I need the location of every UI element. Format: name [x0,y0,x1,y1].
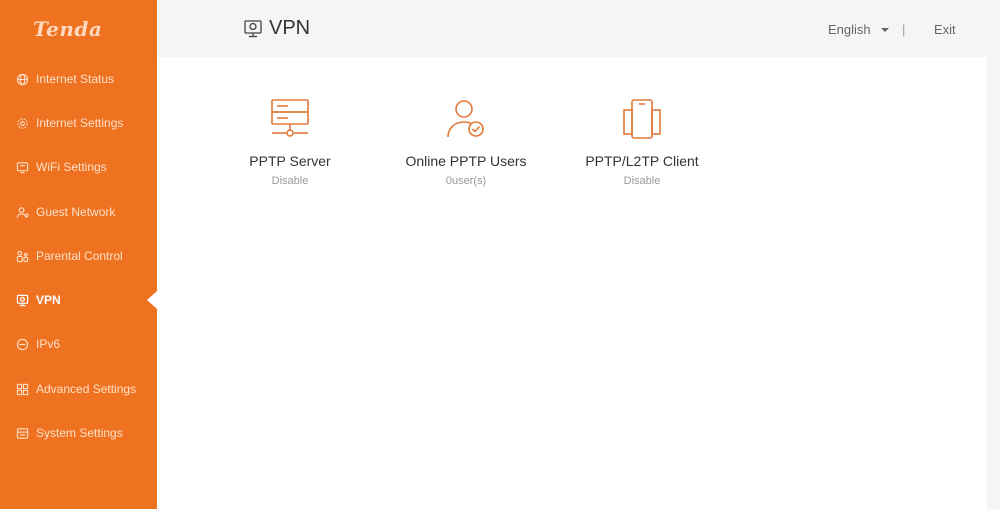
sidebar-item-label: VPN [36,293,61,307]
user-check-icon [444,97,488,141]
online-pptp-users-card[interactable]: Online PPTP Users 0user(s) [386,97,546,187]
sidebar-item-ipv6[interactable]: IPv6 [0,329,157,359]
wifi-screen-icon [16,161,29,174]
ipv6-icon [16,338,29,351]
sidebar-item-advanced-settings[interactable]: Advanced Settings [0,374,157,404]
card-title: Online PPTP Users [405,153,527,169]
parental-icon [16,250,29,263]
card-title: PPTP/L2TP Client [585,153,699,169]
sidebar-item-parental-control[interactable]: Parental Control [0,241,157,271]
page-title-text: VPN [269,17,311,39]
guest-icon [16,206,29,219]
sidebar-item-label: Guest Network [36,205,116,219]
card-status: 0user(s) [445,175,487,187]
chevron-down-icon [880,27,889,32]
sidebar-item-label: WiFi Settings [36,160,107,174]
gear-icon [16,117,29,130]
server-icon [268,97,312,141]
vpn-monitor-icon [16,294,29,307]
sidebar-item-label: Internet Status [36,72,115,86]
globe-icon [16,73,29,86]
vpn-monitor-icon [243,19,263,39]
language-selector[interactable]: English [828,22,889,37]
sidebar-item-label: Internet Settings [36,116,124,130]
page-title: VPN [243,17,310,40]
tenda-logo: Tenda [33,17,103,41]
sidebar: Tenda Internet Status Internet Settings … [0,0,157,509]
header-separator: | [902,22,906,37]
sidebar-item-vpn[interactable]: VPN [0,285,157,315]
sidebar-item-label: System Settings [36,426,123,440]
pptp-l2tp-client-card[interactable]: PPTP/L2TP Client Disable [562,97,722,187]
scrollbar-track[interactable] [987,57,1000,509]
pptp-server-card[interactable]: PPTP Server Disable [210,97,370,187]
card-title: PPTP Server [249,153,331,169]
language-label: English [828,22,871,37]
sidebar-item-system-settings[interactable]: System Settings [0,418,157,448]
active-indicator [147,291,157,309]
sidebar-item-label: Parental Control [36,249,123,263]
sidebar-item-label: IPv6 [36,337,61,351]
system-icon [16,427,29,440]
sidebar-item-guest-network[interactable]: Guest Network [0,197,157,227]
card-status: Disable [623,175,661,187]
grid-icon [16,383,29,396]
sidebar-item-internet-status[interactable]: Internet Status [0,64,157,94]
phone-icon [620,97,664,141]
sidebar-item-wifi-settings[interactable]: WiFi Settings [0,152,157,182]
sidebar-item-internet-settings[interactable]: Internet Settings [0,108,157,138]
exit-link[interactable]: Exit [934,22,956,37]
sidebar-item-label: Advanced Settings [36,382,137,396]
card-status: Disable [271,175,309,187]
